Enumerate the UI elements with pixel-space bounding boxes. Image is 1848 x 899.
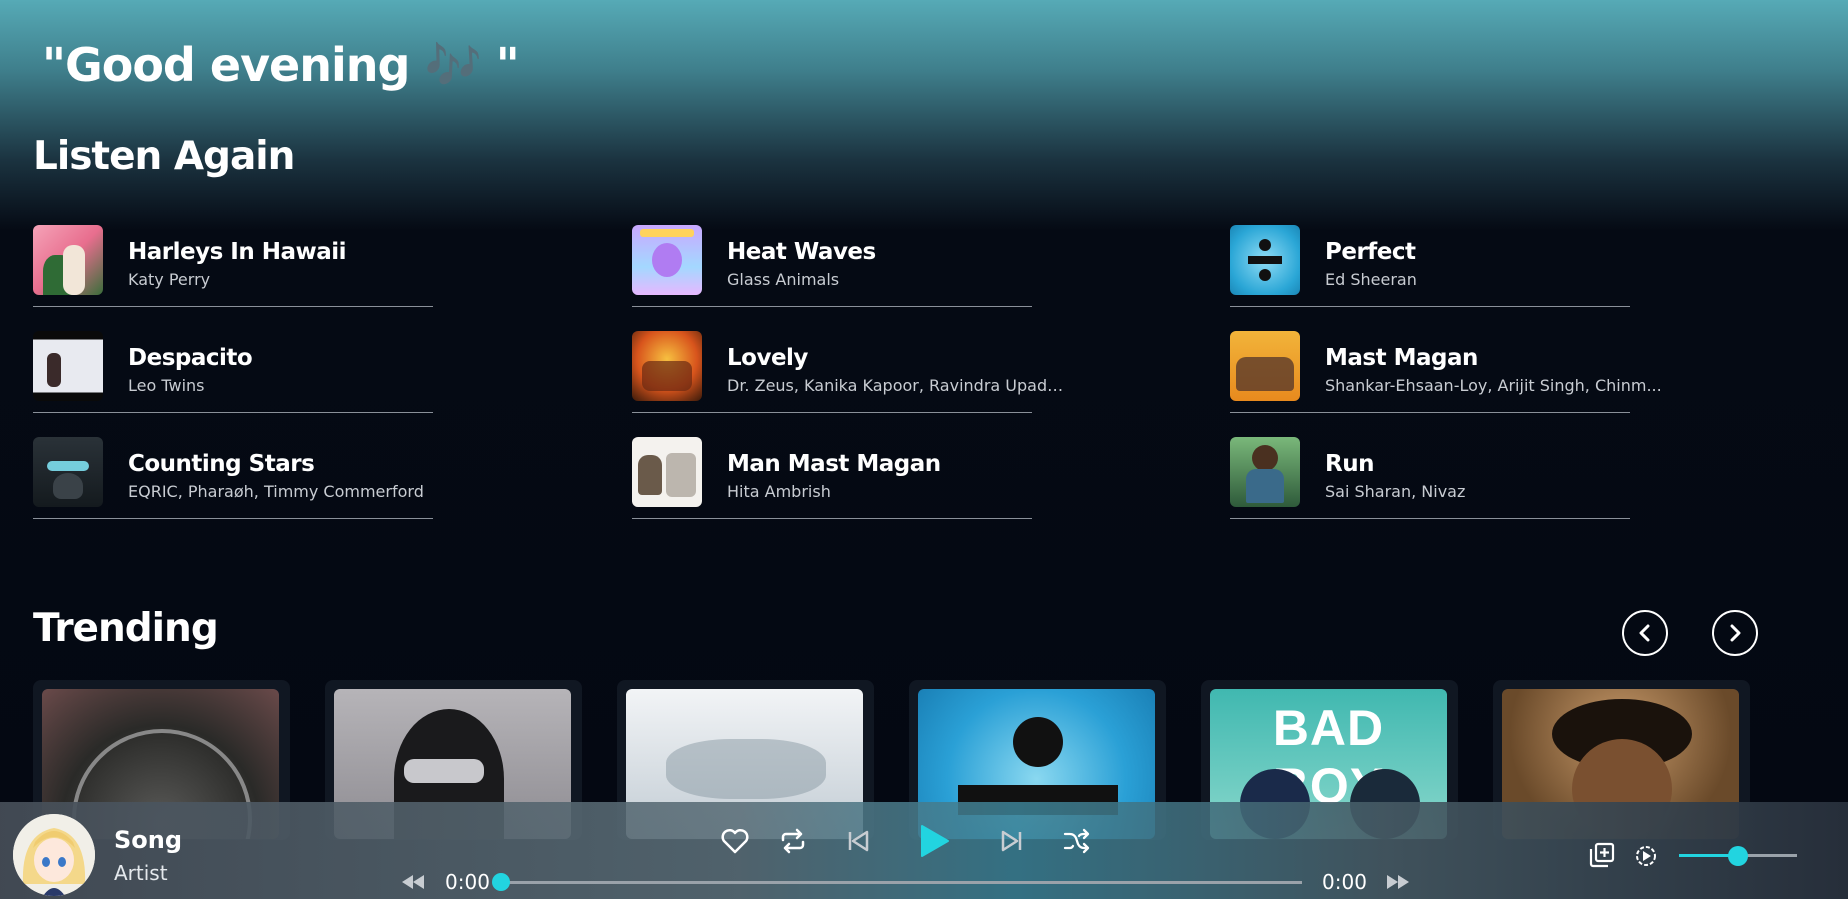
album-art — [1230, 331, 1300, 401]
song-title: Despacito — [128, 345, 253, 371]
next-icon — [1001, 830, 1022, 852]
trending-title: Trending — [33, 606, 219, 651]
song-title: Man Mast Magan — [727, 451, 941, 477]
heart-icon — [721, 828, 749, 854]
next-button[interactable] — [997, 826, 1027, 856]
song-item-man-mast-magan[interactable]: Man Mast Magan Hita Ambrish — [632, 437, 1032, 519]
song-item-perfect[interactable]: Perfect Ed Sheeran — [1230, 225, 1630, 307]
shuffle-icon — [1063, 828, 1090, 854]
playback-speed-button[interactable] — [1633, 843, 1659, 869]
speed-icon — [1636, 846, 1656, 866]
song-artist: Leo Twins — [128, 376, 205, 395]
song-title: Lovely — [727, 345, 808, 371]
song-artist: Sai Sharan, Nivaz — [1325, 482, 1466, 501]
shuffle-button[interactable] — [1061, 826, 1093, 856]
album-art — [632, 331, 702, 401]
album-art — [632, 437, 702, 507]
album-art — [33, 331, 103, 401]
song-artist: Ed Sheeran — [1325, 270, 1417, 289]
add-to-playlist-button[interactable] — [1588, 841, 1616, 869]
song-title: Heat Waves — [727, 239, 876, 265]
chevron-left-icon — [1639, 624, 1650, 642]
song-item-counting-stars[interactable]: Counting Stars EQRIC, Pharaøh, Timmy Com… — [33, 437, 433, 519]
avatar — [13, 814, 95, 896]
progress-handle[interactable] — [492, 873, 510, 891]
album-art — [33, 225, 103, 295]
album-art — [1230, 225, 1300, 295]
volume-handle[interactable] — [1728, 846, 1748, 866]
album-art — [1230, 437, 1300, 507]
song-title: Perfect — [1325, 239, 1416, 265]
song-artist: EQRIC, Pharaøh, Timmy Commerford — [128, 482, 424, 501]
song-item-mast-magan[interactable]: Mast Magan Shankar-Ehsaan-Loy, Arijit Si… — [1230, 331, 1662, 413]
chevron-right-icon — [1730, 624, 1741, 642]
previous-button[interactable] — [843, 826, 873, 856]
duration-time: 0:00 — [1322, 870, 1367, 894]
song-artist: Shankar-Ehsaan-Loy, Arijit Singh, Chinm.… — [1325, 376, 1662, 395]
song-item-harleys-in-hawaii[interactable]: Harleys In Hawaii Katy Perry — [33, 225, 433, 307]
song-title: Run — [1325, 451, 1374, 477]
carousel-prev-button[interactable] — [1622, 610, 1668, 656]
play-button[interactable] — [917, 822, 953, 860]
rewind-icon — [402, 875, 424, 889]
current-time: 0:00 — [445, 870, 490, 894]
fast-forward-icon — [1387, 875, 1409, 889]
song-artist: Katy Perry — [128, 270, 211, 289]
repeat-button[interactable] — [777, 826, 809, 856]
listen-again-title: Listen Again — [33, 134, 295, 179]
song-item-despacito[interactable]: Despacito Leo Twins — [33, 331, 433, 413]
play-icon — [921, 825, 949, 857]
fast-forward-button[interactable] — [1385, 871, 1411, 893]
greeting-heading: "Good evening 🎶 " — [42, 38, 520, 92]
song-artist: Glass Animals — [727, 270, 840, 289]
song-title: Harleys In Hawaii — [128, 239, 347, 265]
album-art — [632, 225, 702, 295]
like-button[interactable] — [720, 826, 750, 856]
repeat-icon — [781, 828, 805, 854]
progress-bar[interactable] — [501, 881, 1302, 884]
song-artist: Dr. Zeus, Kanika Kapoor, Ravindra Upadh.… — [727, 376, 1067, 395]
album-art — [33, 437, 103, 507]
carousel-next-button[interactable] — [1712, 610, 1758, 656]
song-item-run[interactable]: Run Sai Sharan, Nivaz — [1230, 437, 1630, 519]
previous-icon — [848, 830, 869, 852]
add-to-playlist-icon — [1589, 842, 1615, 868]
song-artist: Hita Ambrish — [727, 482, 831, 501]
song-title: Mast Magan — [1325, 345, 1478, 371]
rewind-button[interactable] — [400, 871, 426, 893]
now-playing-title: Song — [114, 826, 183, 854]
song-item-lovely[interactable]: Lovely Dr. Zeus, Kanika Kapoor, Ravindra… — [632, 331, 1067, 413]
song-item-heat-waves[interactable]: Heat Waves Glass Animals — [632, 225, 1032, 307]
song-title: Counting Stars — [128, 451, 315, 477]
now-playing-artist: Artist — [114, 861, 168, 885]
